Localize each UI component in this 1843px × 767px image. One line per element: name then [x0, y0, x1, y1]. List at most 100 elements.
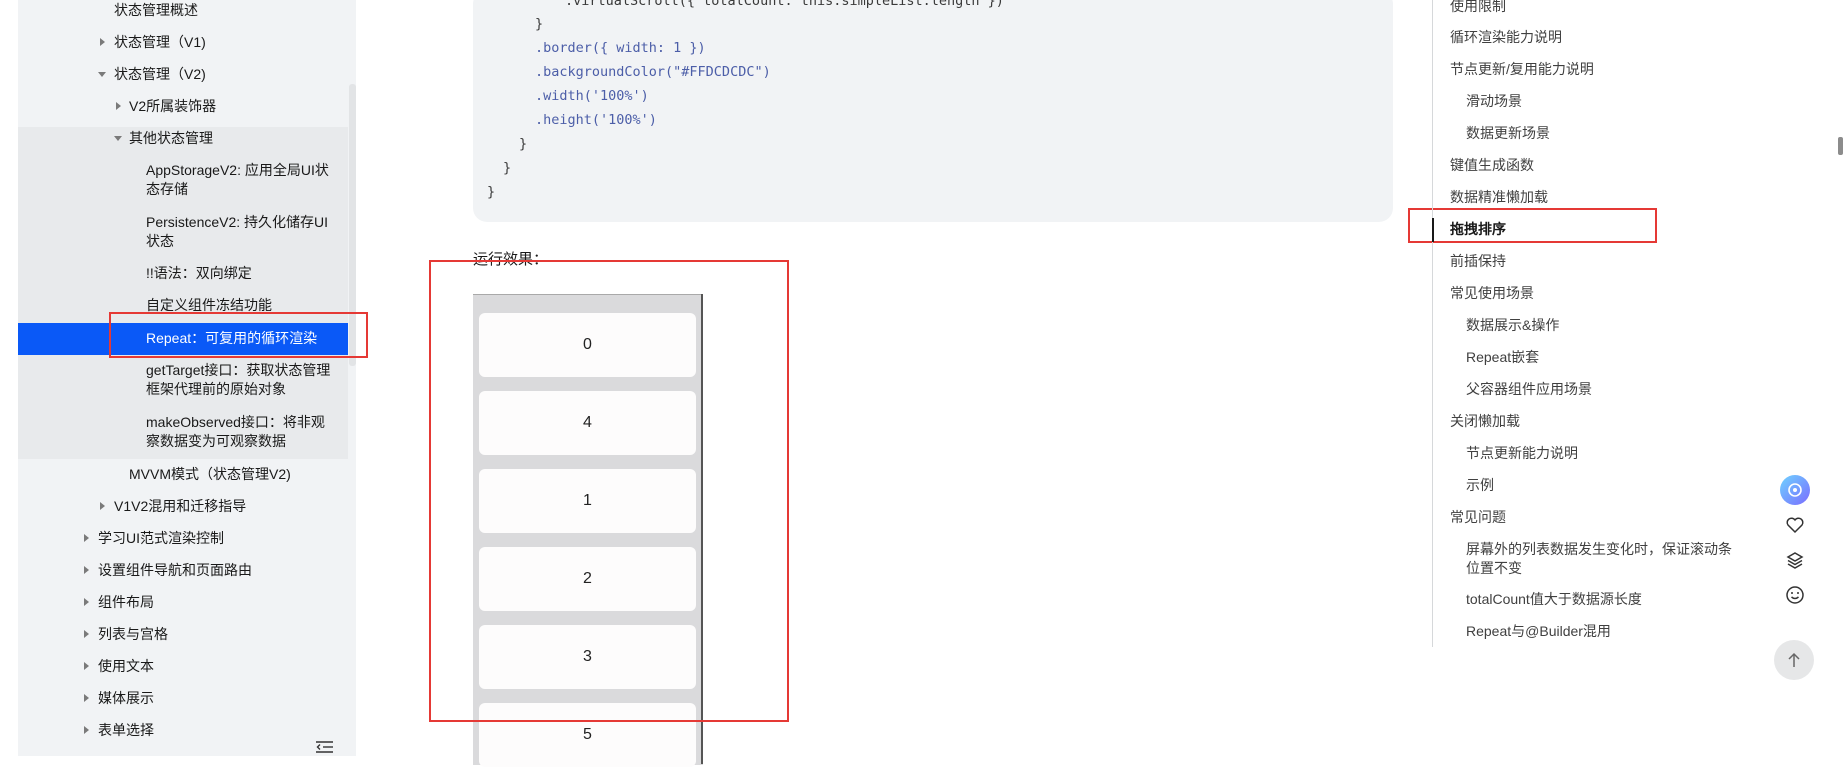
nav-item-persistencev2[interactable]: PersistenceV2: 持久化储存UI 状态 [146, 213, 336, 251]
toc-item[interactable]: 数据展示&操作 [1466, 316, 1559, 335]
nav-item-label: MVVM模式（状态管理V2) [129, 466, 291, 482]
code-line-6: .height('100%') [535, 112, 657, 128]
nav-item-label: 状态管理概述 [114, 2, 198, 18]
favorite-button[interactable] [1780, 510, 1810, 540]
chevron-right-icon[interactable] [84, 534, 89, 542]
nav-item-list-grid[interactable]: 列表与宫格 [98, 625, 356, 644]
back-to-top-icon [1788, 652, 1800, 667]
annotation-box-toc [1408, 208, 1657, 243]
nav-item-gettarget[interactable]: getTarget接口：获取状态管理 框架代理前的原始对象 [146, 361, 341, 399]
toc-item[interactable]: 常见使用场景 [1450, 284, 1534, 303]
code-line-3: .border({ width: 1 }) [535, 40, 706, 56]
toc-item-active[interactable]: 拖拽排序 [1450, 220, 1506, 239]
back-to-top-button[interactable] [1774, 640, 1814, 680]
toc-item[interactable]: 示例 [1466, 476, 1494, 495]
assistant-icon [1788, 483, 1802, 497]
feedback-icon [1786, 586, 1804, 604]
left-navigation: 状态管理概述 状态管理（V1) 状态管理（V2) V2所属装饰器 其他状态管理 … [18, 0, 356, 756]
nav-item-v1v2-migration[interactable]: V1V2混用和迁移指导 [114, 497, 356, 516]
code-block: .virtualScroll({ totalCount: this.simple… [473, 0, 1393, 222]
nav-item-label: 列表与宫格 [98, 626, 168, 642]
nav-item-form[interactable]: 表单选择 [98, 721, 356, 740]
annotation-box-nav [109, 312, 368, 358]
nav-item-navigation-routing[interactable]: 设置组件导航和页面路由 [98, 561, 356, 580]
nav-item-media[interactable]: 媒体展示 [98, 689, 356, 708]
nav-item-label-line2: 察数据变为可观察数据 [146, 433, 286, 449]
chevron-right-icon[interactable] [84, 598, 89, 606]
chevron-right-icon[interactable] [100, 502, 105, 510]
toc-item[interactable]: 父容器组件应用场景 [1466, 380, 1592, 399]
toc-item-line2: 位置不变 [1466, 560, 1522, 576]
collapse-sidebar-icon[interactable] [316, 741, 333, 753]
nav-item-label: 自定义组件冻结功能 [146, 297, 272, 313]
nav-item-state-v2[interactable]: 状态管理（V2) [114, 65, 356, 84]
toc-item-line1: 屏幕外的列表数据发生变化时，保证滚动条 [1466, 541, 1732, 557]
nav-item-label: 学习UI范式渲染控制 [98, 530, 224, 546]
chevron-right-icon[interactable] [84, 566, 89, 574]
nav-item-label: 其他状态管理 [129, 130, 213, 146]
toc-item[interactable]: Repeat与@Builder混用 [1466, 622, 1611, 641]
nav-item-label-line1: AppStorageV2: 应用全局UI状 [146, 162, 329, 178]
toc-item[interactable]: 数据精准懒加载 [1450, 188, 1548, 207]
nav-item-text[interactable]: 使用文本 [98, 657, 356, 676]
nav-item-two-way-binding[interactable]: !!语法：双向绑定 [146, 264, 356, 283]
toc-item[interactable]: 节点更新能力说明 [1466, 444, 1578, 463]
nav-item-mvvm[interactable]: MVVM模式（状态管理V2) [129, 465, 356, 484]
code-line-5: .width('100%') [535, 88, 649, 104]
code-line-1: .virtualScroll({ totalCount: this.simple… [565, 0, 1004, 9]
chevron-right-icon[interactable] [100, 38, 105, 46]
chevron-down-icon[interactable] [114, 136, 122, 141]
nav-item-label: V1V2混用和迁移指导 [114, 498, 247, 514]
layers-button[interactable] [1780, 545, 1810, 575]
chevron-right-icon[interactable] [84, 726, 89, 734]
nav-item-layout[interactable]: 组件布局 [98, 593, 356, 612]
code-line-7: } [519, 136, 528, 152]
toc-item[interactable]: 关闭懒加载 [1450, 412, 1520, 431]
nav-item-v2-decorators[interactable]: V2所属装饰器 [129, 97, 356, 116]
page-scrollbar[interactable] [1838, 137, 1843, 155]
nav-item-label: 状态管理（V1) [114, 34, 206, 50]
toc-active-indicator [1432, 218, 1434, 242]
toc-item[interactable]: Repeat嵌套 [1466, 348, 1539, 367]
nav-item-ui-render-control[interactable]: 学习UI范式渲染控制 [98, 529, 356, 548]
toc-item[interactable]: 循环渲染能力说明 [1450, 28, 1562, 47]
nav-item-label-line2: 框架代理前的原始对象 [146, 381, 286, 397]
chevron-right-icon[interactable] [84, 694, 89, 702]
toc-item[interactable]: 屏幕外的列表数据发生变化时，保证滚动条 位置不变 [1466, 540, 1756, 578]
nav-item-label: 使用文本 [98, 658, 154, 674]
layers-icon [1786, 552, 1804, 569]
annotation-box-preview [429, 260, 789, 722]
code-line-4: .backgroundColor("#FFDCDCDC") [535, 64, 771, 80]
nav-item-state-overview[interactable]: 状态管理概述 [114, 1, 356, 20]
chevron-down-icon[interactable] [98, 72, 106, 77]
toc-item[interactable]: 数据更新场景 [1466, 124, 1550, 143]
toc-item[interactable]: 使用限制 [1450, 0, 1506, 16]
nav-item-label: 状态管理（V2) [114, 66, 206, 82]
nav-item-label-line2: 状态 [146, 233, 174, 249]
toc-item[interactable]: 常见问题 [1450, 508, 1506, 527]
nav-item-other-state[interactable]: 其他状态管理 [129, 129, 356, 148]
nav-item-appstoragev2[interactable]: AppStorageV2: 应用全局UI状 态存储 [146, 161, 336, 199]
nav-item-state-v1[interactable]: 状态管理（V1) [114, 33, 356, 52]
toc-item[interactable]: 滑动场景 [1466, 92, 1522, 111]
chevron-right-icon[interactable] [116, 102, 121, 110]
code-line-9: } [487, 184, 496, 200]
chevron-right-icon[interactable] [84, 630, 89, 638]
code-line-2: } [535, 16, 544, 32]
chevron-right-icon[interactable] [84, 662, 89, 670]
feedback-button[interactable] [1780, 580, 1810, 610]
nav-item-label: 设置组件导航和页面路由 [98, 562, 252, 578]
toc-item[interactable]: 键值生成函数 [1450, 156, 1534, 175]
nav-item-makeobserved[interactable]: makeObserved接口：将非观 察数据变为可观察数据 [146, 413, 341, 451]
nav-item-label-line1: PersistenceV2: 持久化储存UI [146, 214, 329, 230]
assistant-button[interactable] [1780, 475, 1810, 505]
toc-rail [1432, 0, 1433, 647]
toc-item[interactable]: 前插保持 [1450, 252, 1506, 271]
nav-item-label: 媒体展示 [98, 690, 154, 706]
nav-item-label: V2所属装饰器 [129, 98, 217, 114]
toc-item[interactable]: totalCount值大于数据源长度 [1466, 590, 1642, 609]
favorite-icon [1786, 517, 1804, 534]
toc-item[interactable]: 节点更新/复用能力说明 [1450, 60, 1594, 79]
nav-item-label: !!语法：双向绑定 [146, 265, 252, 281]
nav-item-label: 组件布局 [98, 594, 154, 610]
